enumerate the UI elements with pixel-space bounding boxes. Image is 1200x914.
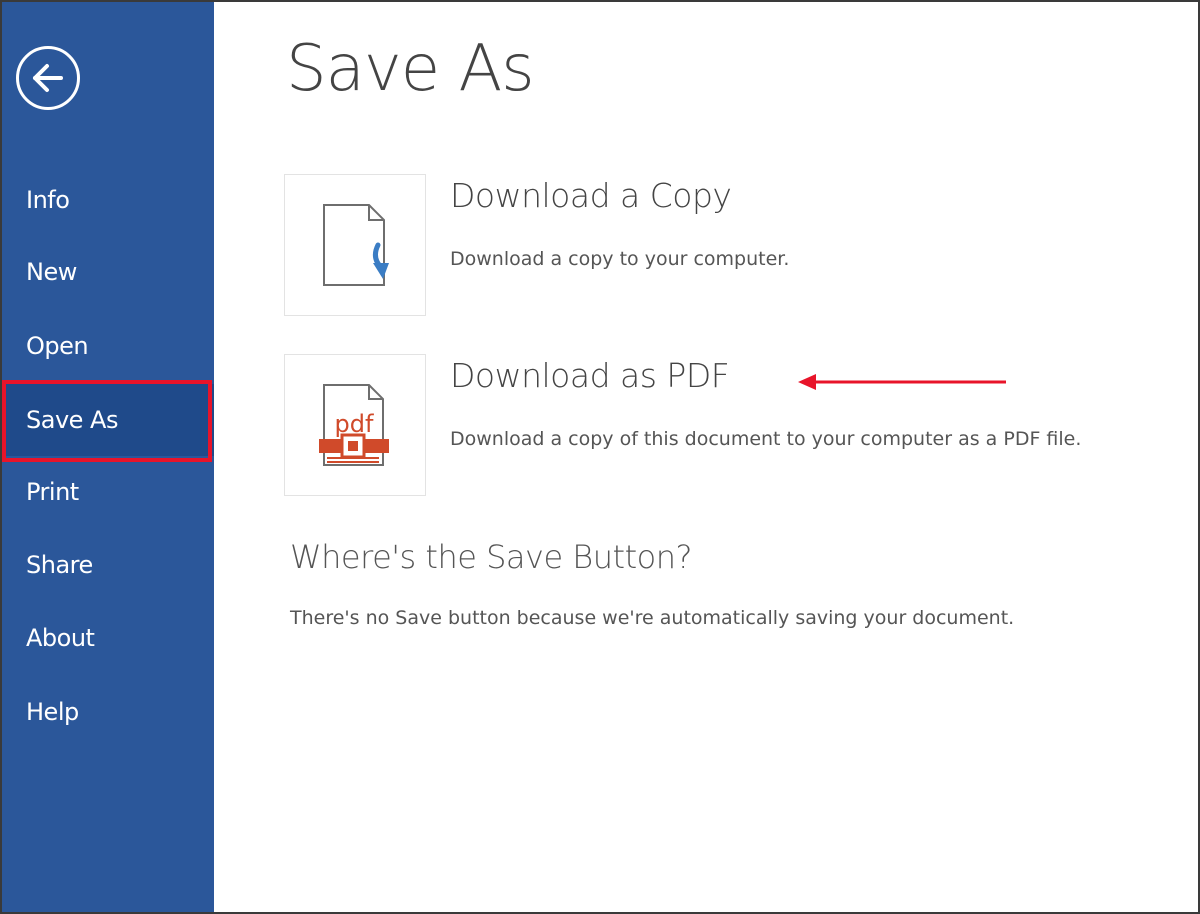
pdf-file-icon: pdf <box>319 384 389 466</box>
save-button-help-title: Where's the Save Button? <box>290 538 692 576</box>
sidebar-item-help[interactable]: Help <box>2 676 214 748</box>
sidebar-item-share[interactable]: Share <box>2 529 214 601</box>
download-pdf-description: Download a copy of this document to your… <box>450 428 1082 450</box>
save-button-help-description: There's no Save button because we're aut… <box>290 607 1015 629</box>
document-download-icon <box>323 204 389 286</box>
arrow-left-annotation-icon <box>798 374 1006 390</box>
sidebar-item-open[interactable]: Open <box>2 310 214 382</box>
download-copy-description: Download a copy to your computer. <box>450 248 790 270</box>
arrow-left-circle-icon <box>33 64 63 92</box>
sidebar-item-print[interactable]: Print <box>2 456 214 528</box>
sidebar-item-about[interactable]: About <box>2 602 214 674</box>
download-copy-tile[interactable] <box>284 174 426 316</box>
sidebar-item-new[interactable]: New <box>2 236 214 308</box>
download-copy-option[interactable]: Download a Copy Download a copy to your … <box>284 174 1104 316</box>
download-pdf-title[interactable]: Download as PDF <box>450 356 730 395</box>
main-panel: Save As Download a Copy Download a copy … <box>214 2 1198 912</box>
download-copy-title[interactable]: Download a Copy <box>450 176 732 215</box>
backstage-sidebar: Info New Open Save As Print Share About … <box>2 2 214 912</box>
back-button[interactable] <box>16 46 80 110</box>
app-window: Info New Open Save As Print Share About … <box>0 0 1200 914</box>
sidebar-item-info[interactable]: Info <box>2 164 214 236</box>
sidebar-item-save-as[interactable]: Save As <box>2 384 214 456</box>
page-title: Save As <box>286 32 535 106</box>
download-pdf-tile[interactable]: pdf <box>284 354 426 496</box>
